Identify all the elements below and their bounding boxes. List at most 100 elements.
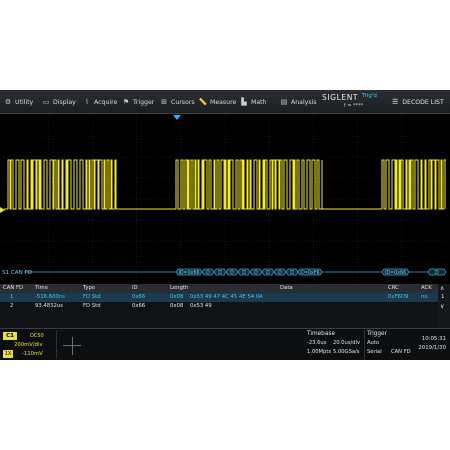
menu-measure[interactable]: 📏 Measure	[198, 90, 237, 114]
row-length: 0x08	[170, 294, 184, 300]
bus-frame-segment[interactable]: D	[261, 268, 275, 276]
col-type: Type	[83, 285, 96, 291]
menu-utility-label: Utility	[15, 98, 34, 106]
decode-table: CAN FD Time Type ID Length Data CRC ACK …	[0, 284, 450, 329]
bus-frame-segment[interactable]: D	[285, 268, 299, 276]
row-ack: no	[421, 294, 428, 300]
trigger-protocol: CAN FD	[391, 349, 411, 355]
decode-list-button[interactable]: ☰ DECODE LIST	[392, 90, 444, 114]
menu-cursors-label: Cursors	[171, 98, 195, 106]
page-up-icon[interactable]: ∧	[440, 285, 444, 292]
menu-display-label: Display	[53, 98, 76, 106]
clock-time: 10:05:31	[421, 336, 446, 342]
clock-date: 2019/1/30	[418, 345, 446, 351]
menu-analysis-label: Analysis	[291, 98, 317, 106]
bus-frame-label: D	[290, 270, 294, 276]
measure-icon: 📏	[198, 98, 208, 106]
channel-1-coupling: DC50	[30, 333, 44, 339]
col-time: Time	[35, 285, 48, 291]
col-length: Length	[170, 285, 189, 291]
channel-1-scale: 200mV/div	[14, 342, 43, 348]
decode-list-label: DECODE LIST	[402, 98, 444, 106]
row-number: 1	[10, 294, 14, 300]
channel-1-offset: -110mV	[22, 351, 43, 357]
bus-frame-label: C=0xF6	[300, 270, 319, 276]
bus-frame-segment[interactable]: C=0xF6	[297, 268, 323, 276]
col-ack: ACK	[421, 285, 432, 291]
menu-cursors[interactable]: ⊞ Cursors	[160, 90, 195, 114]
menu-display[interactable]: ▭ Display	[42, 90, 76, 114]
channel-1-tag: C1	[3, 332, 17, 340]
channel-1-panel[interactable]: C1 DC50 200mV/div 1X -110mV	[2, 331, 56, 359]
row-type: FD Std	[83, 294, 101, 300]
col-id: ID	[132, 285, 138, 291]
bus-frame-label: D	[278, 270, 282, 276]
menu-acquire[interactable]: ⌇ Acquire	[83, 90, 117, 114]
cursors-icon: ⊞	[161, 98, 167, 106]
bus-frame-segment[interactable]: D	[201, 268, 215, 276]
brand-name: SIGLENT	[322, 93, 359, 102]
table-row[interactable]: 2 93.4832us FD Std 0x66 0x08 0x53 49	[0, 302, 450, 311]
trigger-panel[interactable]: Trigger Auto Serial CAN FD	[364, 330, 414, 360]
page-navigator: ∧ 1 ∨	[438, 284, 450, 328]
menu-trigger[interactable]: ⚑ Trigger	[122, 90, 154, 114]
row-data: 0x53 49	[190, 302, 212, 309]
col-data: Data	[280, 285, 293, 291]
analysis-icon: ▤	[280, 98, 288, 106]
channel-offset-marker[interactable]	[0, 207, 5, 213]
math-icon: ▙	[241, 98, 247, 106]
bus-frame-label: D	[218, 270, 222, 276]
timebase-panel[interactable]: Timebase -23.6us 20.0us/div 1.00Mpts 5.0…	[305, 330, 363, 360]
bus-frame-label: ID=0x66	[385, 270, 406, 276]
bus-frame-label: D	[435, 270, 439, 276]
list-icon: ☰	[392, 98, 399, 106]
bus-frame-label: D	[230, 270, 234, 276]
bus-frame-segment[interactable]: D	[225, 268, 239, 276]
bus-frame-label: D	[206, 270, 210, 276]
trigger-source: Serial	[367, 349, 382, 355]
row-length: 0x08	[170, 302, 184, 309]
bus-frame-segment[interactable]: D	[273, 268, 287, 276]
bus-frame-segment[interactable]: ID=0x66	[175, 268, 203, 276]
row-type: FD Std	[83, 302, 101, 309]
bus-frame-label: D	[266, 270, 270, 276]
display-icon: ▭	[42, 98, 50, 106]
memory-depth: 1.00Mpts	[307, 349, 332, 355]
timebase-scale: 20.0us/div	[333, 340, 361, 346]
bus-frame-segment[interactable]: D	[213, 268, 227, 276]
bus-frame-segment[interactable]: D	[249, 268, 263, 276]
row-data: 0x53 49 47 4C 45 4E 54 0A	[190, 294, 263, 300]
menu-utility[interactable]: ⚙ Utility	[4, 90, 33, 114]
menu-math[interactable]: ▙ Math	[240, 90, 266, 114]
utility-icon: ⚙	[4, 98, 12, 106]
col-crc: CRC	[388, 285, 399, 291]
bus-frame-segment[interactable]: D	[427, 268, 446, 276]
table-header: CAN FD Time Type ID Length Data CRC ACK	[0, 284, 450, 293]
page-down-icon[interactable]: ∨	[440, 303, 444, 310]
row-number: 2	[10, 302, 14, 309]
col-protocol: CAN FD	[3, 285, 24, 291]
menu-math-label: Math	[251, 98, 267, 106]
menu-measure-label: Measure	[210, 98, 237, 106]
timebase-title: Timebase	[307, 331, 336, 337]
oscilloscope-screen: ⚙ Utility ▭ Display ⌇ Acquire ⚑ Trigger …	[0, 90, 450, 360]
page-number: 1	[441, 294, 445, 300]
row-id: 0x66	[132, 302, 146, 309]
bus-frame-label: D	[254, 270, 258, 276]
clock: 10:05:31 2019/1/30	[414, 336, 448, 360]
add-channel-button[interactable]	[56, 331, 86, 359]
bus-frame-segment[interactable]: ID=0x66	[381, 268, 410, 276]
trigger-status: Trig'd	[362, 93, 377, 99]
row-crc: 0xF6D9	[388, 294, 409, 300]
trigger-mode: Auto	[367, 340, 380, 346]
row-time: 93.4832us	[35, 302, 64, 309]
bus-frame-label: D	[242, 270, 246, 276]
channel-1-probe: 1X	[3, 350, 13, 358]
menu-analysis[interactable]: ▤ Analysis	[280, 90, 317, 114]
waveform-trace-segment	[381, 159, 446, 210]
plus-icon-vertical	[72, 337, 73, 355]
table-row[interactable]: 1 -516.600ns FD Std 0x66 0x08 0x53 49 47…	[0, 293, 450, 302]
row-time: -516.600ns	[35, 294, 65, 300]
trigger-icon: ⚑	[122, 98, 130, 106]
bus-frame-segment[interactable]: D	[237, 268, 251, 276]
